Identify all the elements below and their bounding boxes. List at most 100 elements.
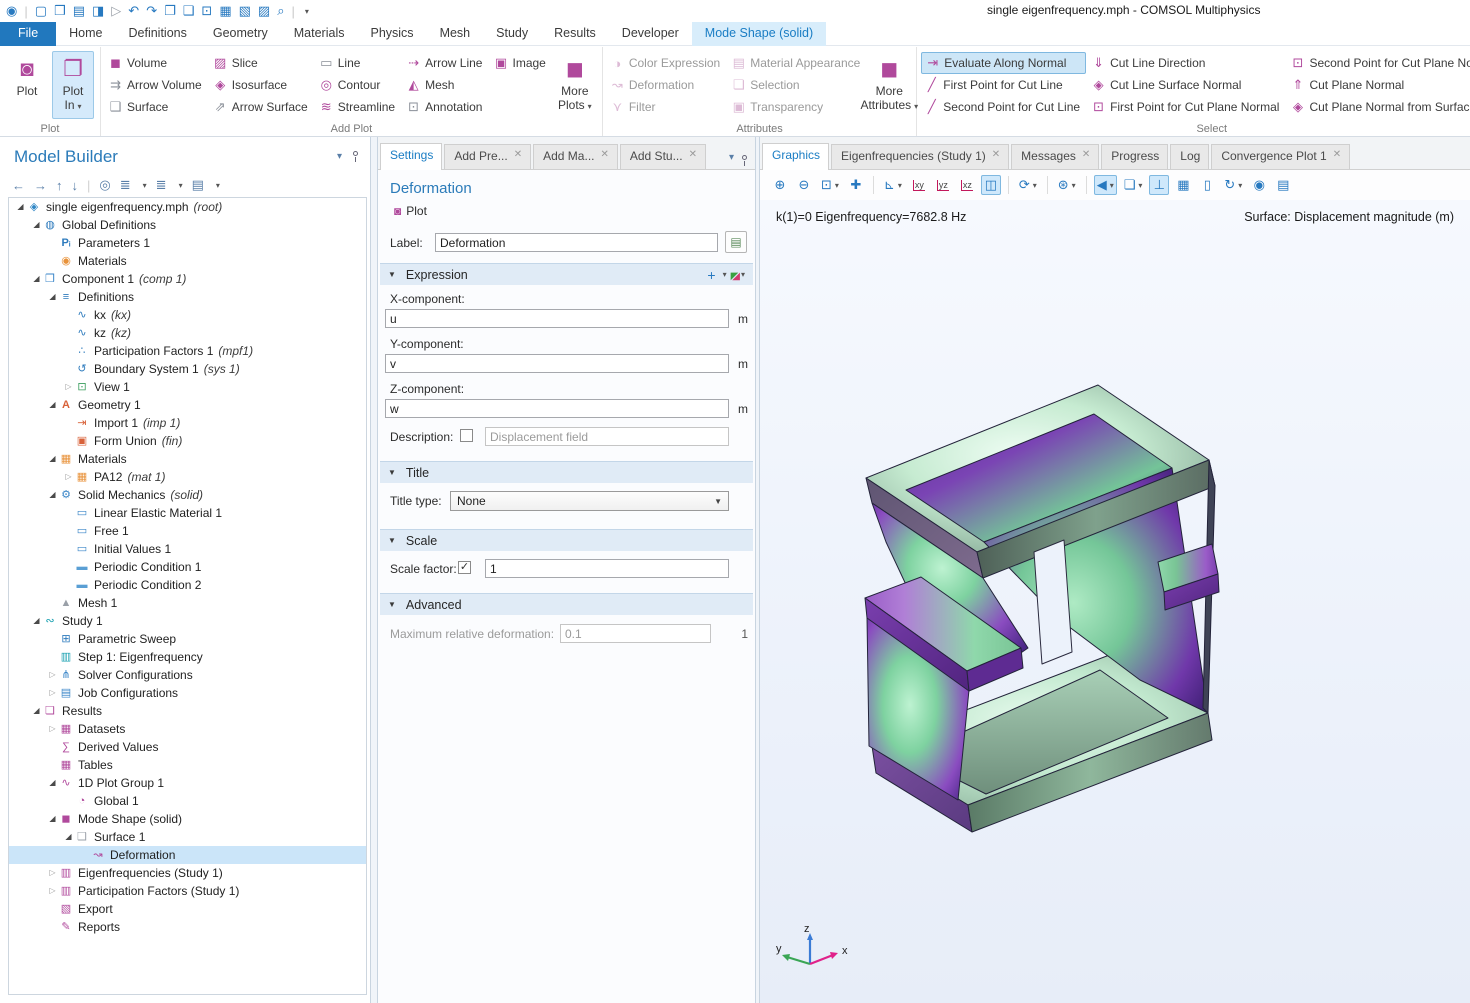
close-tab-icon[interactable]: ✕ — [1082, 149, 1090, 169]
close-tab-icon[interactable]: ✕ — [600, 149, 608, 169]
annotation-button[interactable]: ⊡Annotation — [403, 96, 488, 118]
cut-line-direction-button[interactable]: ⇓Cut Line Direction — [1088, 52, 1285, 74]
rotate-icon[interactable]: ⟳▾ — [1016, 175, 1040, 195]
tree-item-reports[interactable]: ✎Reports — [9, 918, 366, 936]
tree-expand-icon[interactable]: ▷ — [47, 720, 58, 738]
snapshot-icon[interactable]: ◉ — [1249, 175, 1269, 195]
duplicate-icon[interactable]: ⊡ — [201, 2, 212, 20]
line-button[interactable]: ▭Line — [316, 52, 401, 74]
plot-update-icon[interactable]: ◤◢ — [731, 268, 734, 282]
filter-button[interactable]: ⋎Filter — [607, 96, 726, 118]
ribbon-tab-home[interactable]: Home — [56, 22, 115, 46]
collapse-one-icon[interactable]: ≣ — [156, 177, 167, 193]
material-appearance-button[interactable]: ▤Material Appearance — [728, 52, 866, 74]
tree-item-mesh-1[interactable]: ▲Mesh 1 — [9, 594, 366, 612]
tree-expand-icon[interactable]: ◢ — [63, 828, 74, 846]
back-icon[interactable]: ← — [12, 178, 25, 193]
tree-item-eigenfrequencies-study-1-[interactable]: ▷▥Eigenfrequencies (Study 1) — [9, 864, 366, 882]
cut-plane-normal-button[interactable]: ⇑Cut Plane Normal — [1287, 74, 1470, 96]
ribbon-tab-file[interactable]: File — [0, 22, 56, 46]
tree-item-tables[interactable]: ▦Tables — [9, 756, 366, 774]
tree-item-free-1[interactable]: ▭Free 1 — [9, 522, 366, 540]
add-expression-icon[interactable]: + — [707, 267, 715, 283]
scene-light-icon[interactable]: ⊛▾ — [1055, 175, 1079, 195]
section-title[interactable]: ▼ Title — [380, 461, 753, 483]
scale-factor-checkbox[interactable]: ✓ — [458, 561, 471, 574]
title-type-dropdown[interactable]: None ▼ — [450, 491, 729, 511]
splitter-left[interactable] — [370, 137, 378, 1003]
image-button[interactable]: ▣Image — [490, 52, 551, 74]
tree-expand-icon[interactable]: ◢ — [47, 396, 58, 414]
copy-icon[interactable]: ❐ — [164, 2, 176, 20]
graphics-tab-messages[interactable]: Messages✕ — [1011, 144, 1099, 169]
move-up-icon[interactable]: ↑ — [56, 178, 63, 193]
move-down-icon[interactable]: ↓ — [72, 178, 79, 193]
cut-plane-normal-from-surface-button[interactable]: ◈Cut Plane Normal from Surface — [1287, 96, 1470, 118]
first-point-for-cut-plane-normal-button[interactable]: ⊡First Point for Cut Plane Normal — [1088, 96, 1285, 118]
ribbon-tab-developer[interactable]: Developer — [609, 22, 692, 46]
color-expression-button[interactable]: ◑Color Expression — [607, 52, 726, 74]
expand-one-icon[interactable]: ≣ — [120, 177, 131, 193]
first-point-for-cut-line-button[interactable]: ╱First Point for Cut Line — [921, 74, 1086, 96]
tree-item-materials[interactable]: ◢▦Materials — [9, 450, 366, 468]
mark-icon[interactable]: ▨ — [258, 2, 270, 20]
model-tree-node-text-icon[interactable]: ▤ — [192, 177, 204, 193]
ribbon-tab-materials[interactable]: Materials — [281, 22, 358, 46]
tree-item-geometry-1[interactable]: ◢AGeometry 1 — [9, 396, 366, 414]
settings-plot-button[interactable]: ◙ Plot — [388, 202, 433, 220]
tree-item-participation-factors-1[interactable]: ∴Participation Factors 1(mpf1) — [9, 342, 366, 360]
comsol-logo-icon[interactable]: ◉ — [6, 2, 17, 20]
ribbon-tab-mode-shape-solid-[interactable]: Mode Shape (solid) — [692, 22, 826, 46]
label-input[interactable] — [435, 233, 718, 252]
tree-expand-icon[interactable]: ▷ — [63, 378, 74, 396]
graphics-canvas[interactable]: k(1)=0 Eigenfrequency=7682.8 Hz Surface:… — [760, 200, 1470, 1003]
tree-item-import-1[interactable]: ⇥Import 1(imp 1) — [9, 414, 366, 432]
search-caret[interactable]: ▾ — [305, 7, 309, 16]
ribbon-tab-study[interactable]: Study — [483, 22, 541, 46]
transparency-button[interactable]: ▣Transparency — [728, 96, 866, 118]
default-view-icon[interactable]: ⊾▾ — [881, 175, 905, 195]
deformation-button[interactable]: ↝Deformation — [607, 74, 726, 96]
arrow-volume-button[interactable]: ⇉Arrow Volume — [105, 74, 208, 96]
tree-item-periodic-condition-2[interactable]: ▬Periodic Condition 2 — [9, 576, 366, 594]
ribbon-tab-geometry[interactable]: Geometry — [200, 22, 281, 46]
close-tab-icon[interactable]: ✕ — [689, 149, 697, 169]
run-icon[interactable]: ▷ — [111, 2, 121, 20]
tree-item-global-definitions[interactable]: ◢◍Global Definitions — [9, 216, 366, 234]
pin-icon[interactable] — [742, 155, 747, 160]
model-builder-menu-caret[interactable]: ▾ — [337, 151, 342, 162]
tree-expand-icon[interactable]: ◢ — [31, 216, 42, 234]
tree-item-job-configurations[interactable]: ▷▤Job Configurations — [9, 684, 366, 702]
model-builder-pin-icon[interactable] — [353, 151, 358, 156]
settings-tab-add-ma-[interactable]: Add Ma...✕ — [533, 144, 618, 169]
graphics-tab-log[interactable]: Log — [1170, 144, 1209, 169]
tree-item-form-union[interactable]: ▣Form Union(fin) — [9, 432, 366, 450]
section-scale[interactable]: ▼ Scale — [380, 529, 753, 551]
volume-button[interactable]: ◼Volume — [105, 52, 208, 74]
orthographic-projection-icon[interactable]: ◫ — [981, 175, 1001, 195]
tree-expand-icon[interactable]: ◢ — [31, 702, 42, 720]
graphics-tab-convergence-plot-1[interactable]: Convergence Plot 1✕ — [1211, 144, 1350, 169]
tree-item-step-1-eigenfrequency[interactable]: ▥Step 1: Eigenfrequency — [9, 648, 366, 666]
zoom-box-icon[interactable]: ⊡▾ — [818, 175, 842, 195]
tree-item-1d-plot-group-1[interactable]: ◢∿1D Plot Group 1 — [9, 774, 366, 792]
tree-expand-icon[interactable]: ◢ — [47, 288, 58, 306]
section-expression[interactable]: ▼ Expression + ▾ ◤◢ ▾ — [380, 263, 753, 285]
show-axis-icon[interactable]: ⊥ — [1149, 175, 1169, 195]
tree-item-solver-configurations[interactable]: ▷⋔Solver Configurations — [9, 666, 366, 684]
plot-in-button[interactable]: ❐Plot In▾ — [52, 51, 94, 119]
tree-expand-icon[interactable]: ◢ — [47, 450, 58, 468]
tree-item-parameters-1[interactable]: PᵢParameters 1 — [9, 234, 366, 252]
cut-line-surface-normal-button[interactable]: ◈Cut Line Surface Normal — [1088, 74, 1285, 96]
tabbar-menu-caret[interactable]: ▾ — [729, 152, 734, 163]
more-plots-button[interactable]: ◼More Plots▾ — [554, 51, 596, 119]
tree-item-export[interactable]: ▧Export — [9, 900, 366, 918]
yz-view-icon[interactable]: yz — [933, 175, 953, 195]
tree-item-parametric-sweep[interactable]: ⊞Parametric Sweep — [9, 630, 366, 648]
second-point-for-cut-plane-normal-button[interactable]: ⊡Second Point for Cut Plane Normal — [1287, 52, 1470, 74]
xz-view-icon[interactable]: xz — [957, 175, 977, 195]
settings-tab-add-pre-[interactable]: Add Pre...✕ — [444, 144, 531, 169]
plot-update-cycle-icon[interactable]: ↻▾ — [1221, 175, 1245, 195]
second-point-for-cut-line-button[interactable]: ╱Second Point for Cut Line — [921, 96, 1086, 118]
arrow-surface-button[interactable]: ⇗Arrow Surface — [210, 96, 314, 118]
